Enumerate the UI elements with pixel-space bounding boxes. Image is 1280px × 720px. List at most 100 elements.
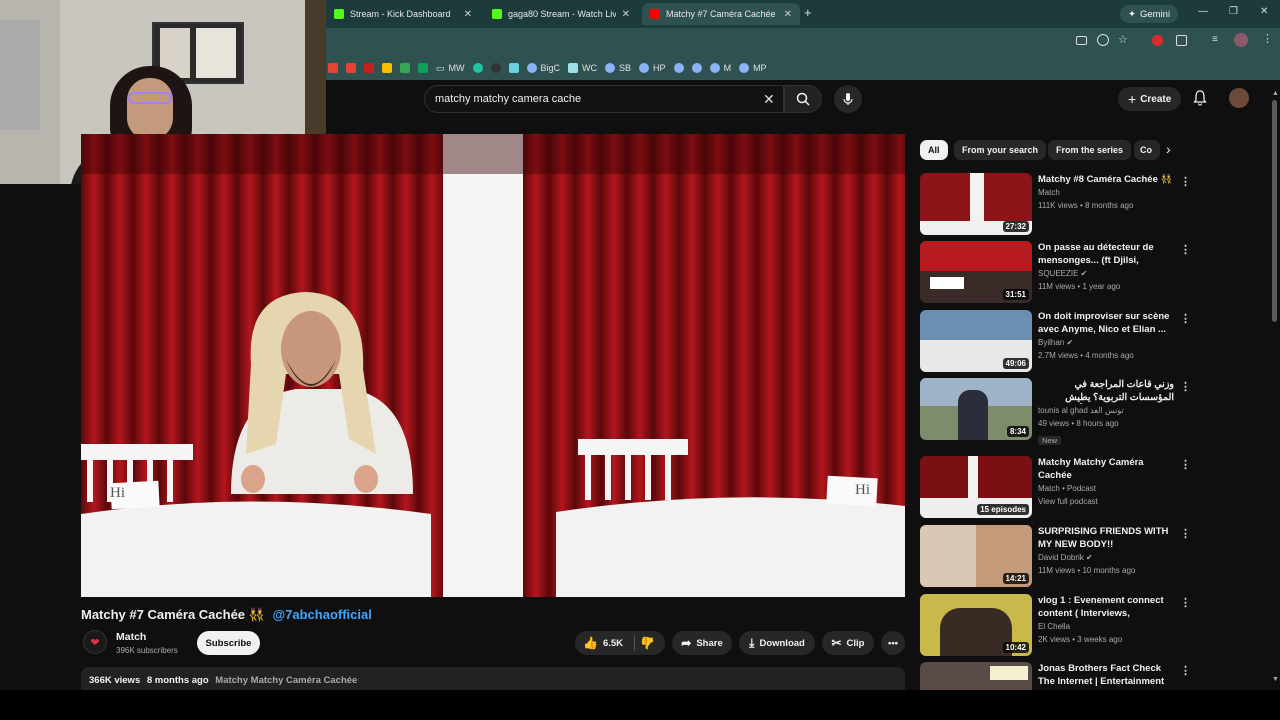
bookmark-bigc[interactable]: BigC bbox=[526, 63, 560, 73]
like-count[interactable]: 6.5K bbox=[603, 638, 623, 649]
channel-name[interactable]: Match bbox=[116, 631, 146, 643]
scrollbar-thumb[interactable] bbox=[1272, 100, 1277, 322]
window-close-icon[interactable]: ✕ bbox=[1260, 6, 1268, 17]
channel-name[interactable]: tounis al ghad تونس الغد bbox=[1038, 404, 1174, 417]
profile-avatar[interactable] bbox=[1234, 33, 1248, 47]
list-item[interactable]: 27:32 Matchy #8 Caméra Cachée 👯 Match 11… bbox=[920, 173, 1272, 237]
video-thumbnail[interactable]: 49:06 bbox=[920, 310, 1032, 372]
search-button[interactable] bbox=[784, 85, 822, 113]
channel-name[interactable]: Byilhan ✔ bbox=[1038, 336, 1174, 349]
bookmark-chatgpt[interactable] bbox=[490, 63, 501, 73]
chip-from-the-series[interactable]: From the series bbox=[1048, 140, 1132, 160]
bookmark-gmail-2[interactable] bbox=[346, 63, 356, 73]
bookmark-gmail-3[interactable] bbox=[364, 63, 374, 73]
close-tab-icon[interactable]: ✕ bbox=[784, 9, 792, 20]
bookmark-star-icon[interactable]: ☆ bbox=[1118, 33, 1128, 46]
extension-record-icon[interactable] bbox=[1152, 35, 1163, 46]
bookmark-drive[interactable] bbox=[382, 63, 392, 73]
bookmark-m[interactable]: M bbox=[709, 63, 731, 73]
video-title[interactable]: Jonas Brothers Fact Check The Internet |… bbox=[1038, 662, 1174, 688]
bookmark-mp[interactable]: MP bbox=[739, 63, 767, 73]
scroll-down-icon[interactable]: ▼ bbox=[1272, 676, 1279, 683]
list-item[interactable]: 49:06 On doit improviser sur scène avec … bbox=[920, 310, 1272, 374]
bookmark-sheets-2[interactable] bbox=[418, 63, 428, 73]
channel-name[interactable]: Match bbox=[1038, 186, 1174, 199]
video-title[interactable]: SURPRISING FRIENDS WITH MY NEW BODY!! bbox=[1038, 525, 1174, 551]
clear-search-icon[interactable]: ✕ bbox=[763, 91, 775, 108]
more-vertical-icon[interactable]: ⋮ bbox=[1180, 527, 1191, 540]
extensions-icon[interactable] bbox=[1176, 35, 1187, 46]
tab-gaga80-stream[interactable]: gaga80 Stream - Watch Live on ✕ bbox=[484, 3, 638, 25]
more-vertical-icon[interactable]: ⋮ bbox=[1180, 380, 1191, 393]
search-input[interactable]: matchy matchy camera cache ✕ bbox=[424, 85, 784, 113]
clip-button[interactable]: ✂ Clip bbox=[822, 631, 874, 655]
like-icon[interactable]: 👍 bbox=[583, 636, 598, 650]
video-title[interactable]: On doit improviser sur scène avec Anyme,… bbox=[1038, 310, 1174, 336]
description-box[interactable]: 366K views 8 months ago Matchy Matchy Ca… bbox=[81, 667, 905, 691]
bookmark-play[interactable] bbox=[472, 63, 483, 73]
tab-youtube-matchy[interactable]: Matchy #7 Caméra Cachée ✕ bbox=[642, 3, 800, 25]
video-player[interactable]: Hi Hi bbox=[81, 134, 905, 597]
more-vertical-icon[interactable]: ⋮ bbox=[1180, 312, 1191, 325]
download-button[interactable]: ⤓ Download bbox=[739, 631, 815, 655]
video-title[interactable]: On passe au détecteur de mensonges... (f… bbox=[1038, 241, 1174, 267]
dislike-icon[interactable]: 👍 bbox=[640, 636, 655, 650]
chip-all[interactable]: All bbox=[920, 140, 948, 160]
scroll-up-icon[interactable]: ▲ bbox=[1272, 90, 1279, 97]
video-title-tag[interactable]: @7abchaofficial bbox=[272, 607, 371, 622]
close-tab-icon[interactable]: ✕ bbox=[622, 9, 630, 20]
gemini-button[interactable]: ✦ Gemini bbox=[1120, 5, 1179, 23]
chip-partial[interactable]: Co bbox=[1134, 140, 1160, 160]
channel-name[interactable]: SQUEEZIE ✔ bbox=[1038, 267, 1174, 280]
list-item[interactable]: 8:34 وزني قاعات المراجعة في المؤسسات الت… bbox=[920, 378, 1272, 448]
list-item[interactable]: 10:42 vlog 1 : Evenement connect content… bbox=[920, 594, 1272, 658]
video-thumbnail[interactable]: 10:42 bbox=[920, 594, 1032, 656]
notifications-icon[interactable] bbox=[1193, 90, 1207, 111]
channel-avatar[interactable]: ❤ bbox=[83, 630, 107, 654]
tab-kick-dashboard[interactable]: Stream - Kick Dashboard ✕ bbox=[326, 3, 480, 25]
account-avatar[interactable] bbox=[1229, 88, 1249, 108]
chip-from-your-search[interactable]: From your search bbox=[954, 140, 1047, 160]
bookmark-sb[interactable]: SB bbox=[605, 63, 631, 73]
video-thumbnail[interactable]: 31:51 bbox=[920, 241, 1032, 303]
video-thumbnail[interactable]: 27:32 bbox=[920, 173, 1032, 235]
cast-icon[interactable] bbox=[1076, 36, 1087, 45]
minimize-icon[interactable]: — bbox=[1198, 6, 1208, 17]
bookmark-gmail[interactable] bbox=[328, 63, 338, 73]
view-full-podcast-link[interactable]: View full podcast bbox=[1038, 495, 1174, 508]
list-item[interactable]: Jonas Brothers Fact Check The Internet |… bbox=[920, 662, 1272, 690]
video-title[interactable]: vlog 1 : Evenement connect content ( Int… bbox=[1038, 594, 1174, 620]
new-tab-icon[interactable]: + bbox=[804, 5, 812, 20]
video-thumbnail[interactable]: 14:21 bbox=[920, 525, 1032, 587]
browser-menu-icon[interactable]: ⋮ bbox=[1262, 32, 1273, 45]
video-thumbnail[interactable]: 8:34 bbox=[920, 378, 1032, 440]
more-vertical-icon[interactable]: ⋮ bbox=[1180, 175, 1191, 188]
list-item[interactable]: 15 episodes Matchy Matchy Caméra Cachée … bbox=[920, 456, 1272, 520]
subscribe-button[interactable]: Subscribe bbox=[197, 631, 260, 655]
channel-name[interactable]: Match • Podcast bbox=[1038, 482, 1174, 495]
playlist-thumbnail[interactable]: 15 episodes bbox=[920, 456, 1032, 518]
close-tab-icon[interactable]: ✕ bbox=[464, 9, 472, 20]
bookmark-generic[interactable] bbox=[508, 63, 519, 73]
bookmark-hp[interactable]: HP bbox=[639, 63, 666, 73]
bookmark-globe[interactable] bbox=[673, 63, 684, 73]
create-button[interactable]: + Create bbox=[1118, 87, 1182, 111]
voice-search-button[interactable] bbox=[834, 85, 862, 113]
video-title[interactable]: وزني قاعات المراجعة في المؤسسات التربوية… bbox=[1038, 378, 1174, 404]
bookmark-wc[interactable]: WC bbox=[568, 63, 597, 73]
reading-list-icon[interactable]: ≡ bbox=[1212, 34, 1218, 45]
bookmark-sheets[interactable] bbox=[400, 63, 410, 73]
more-vertical-icon[interactable]: ⋮ bbox=[1180, 596, 1191, 609]
share-button[interactable]: ➦ Share bbox=[672, 631, 732, 655]
list-item[interactable]: 14:21 SURPRISING FRIENDS WITH MY NEW BOD… bbox=[920, 525, 1272, 589]
chevron-right-icon[interactable]: › bbox=[1166, 141, 1171, 157]
eye-off-icon[interactable] bbox=[1097, 34, 1109, 46]
playlist-title[interactable]: Matchy Matchy Caméra Cachée bbox=[1038, 456, 1174, 482]
bookmark-globe-2[interactable] bbox=[691, 63, 702, 73]
more-vertical-icon[interactable]: ⋮ bbox=[1180, 458, 1191, 471]
video-title[interactable]: Matchy #8 Caméra Cachée 👯 bbox=[1038, 173, 1174, 186]
playlist-link[interactable]: Matchy Matchy Caméra Cachée bbox=[215, 675, 357, 686]
channel-name[interactable]: David Dobrik ✔ bbox=[1038, 551, 1174, 564]
maximize-icon[interactable]: ❐ bbox=[1229, 6, 1238, 17]
list-item[interactable]: 31:51 On passe au détecteur de mensonges… bbox=[920, 241, 1272, 305]
